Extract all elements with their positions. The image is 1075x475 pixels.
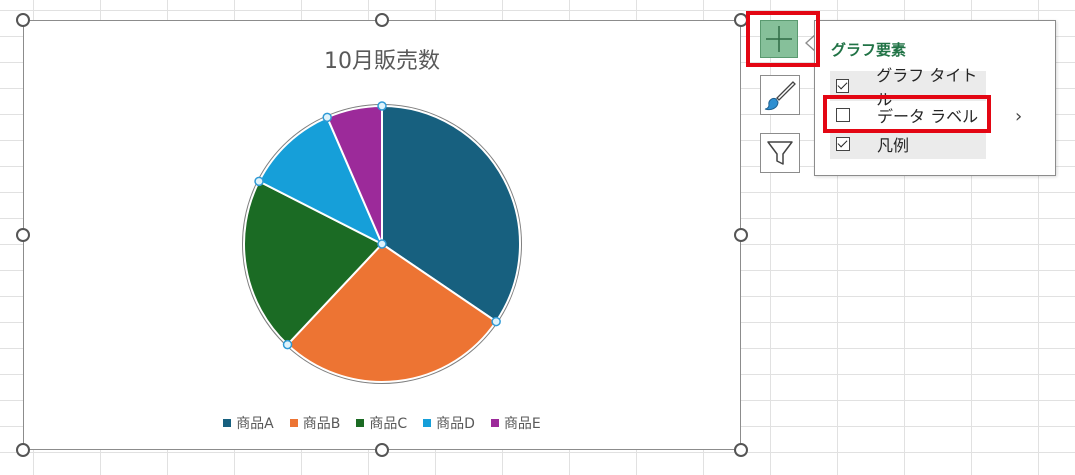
pie-point-handle[interactable] [322,112,332,123]
chart-legend[interactable]: 商品A 商品B 商品C 商品D 商品E [24,413,740,433]
plus-icon [766,26,792,52]
resize-handle-bottom-right[interactable] [734,443,748,457]
legend-item-a: 商品A [223,413,274,433]
legend-item-e: 商品E [490,413,541,433]
resize-handle-right[interactable] [734,228,748,242]
legend-swatch [223,419,232,427]
filter-icon [767,141,793,165]
legend-item-c: 商品C [356,413,407,433]
legend-swatch [356,419,365,427]
chart-styles-button[interactable] [760,75,800,115]
resize-handle-left[interactable] [16,228,30,242]
pie-center-handle[interactable] [377,239,387,249]
option-label: データ ラベル [877,107,979,126]
chart-elements-popup: グラフ要素 グラフ タイトル データ ラベル › 凡例 [814,20,1056,176]
resize-handle-top[interactable] [375,13,389,27]
legend-label: 商品B [302,416,341,432]
chart-title-checkbox[interactable] [836,79,850,93]
submenu-chevron-icon[interactable]: › [1015,106,1022,127]
chart-elements-button[interactable] [760,20,798,58]
chart-area[interactable]: 10月販売数 商品A 商品B 商品C 商品D 商品E [23,20,741,450]
chart-title-option[interactable]: グラフ タイトル [830,66,986,109]
legend-label: 商品D [436,416,475,432]
pie-point-handle[interactable] [254,176,264,187]
pie-point-handle[interactable] [491,316,501,327]
legend-swatch [423,419,432,427]
legend-item-d: 商品D [423,413,475,433]
legend-swatch [289,419,298,427]
resize-handle-top-right[interactable] [734,13,748,27]
pie-point-handle[interactable] [282,339,293,350]
resize-handle-bottom[interactable] [375,443,389,457]
paintbrush-icon [764,81,796,111]
data-labels-checkbox[interactable] [836,108,850,122]
pie-point-handle[interactable] [377,101,387,111]
legend-label: 商品A [236,416,274,432]
data-labels-option[interactable]: データ ラベル [830,100,986,130]
pie-chart[interactable] [24,21,742,451]
option-label: 凡例 [877,136,910,155]
legend-label: 商品C [369,416,408,432]
legend-option[interactable]: 凡例 [830,129,986,159]
popup-title: グラフ要素 [831,41,907,59]
chart-filters-button[interactable] [760,133,800,173]
legend-label: 商品E [503,416,541,432]
legend-checkbox[interactable] [836,137,850,151]
legend-item-b: 商品B [289,413,341,433]
legend-swatch [490,419,499,427]
resize-handle-top-left[interactable] [16,13,30,27]
resize-handle-bottom-left[interactable] [16,443,30,457]
